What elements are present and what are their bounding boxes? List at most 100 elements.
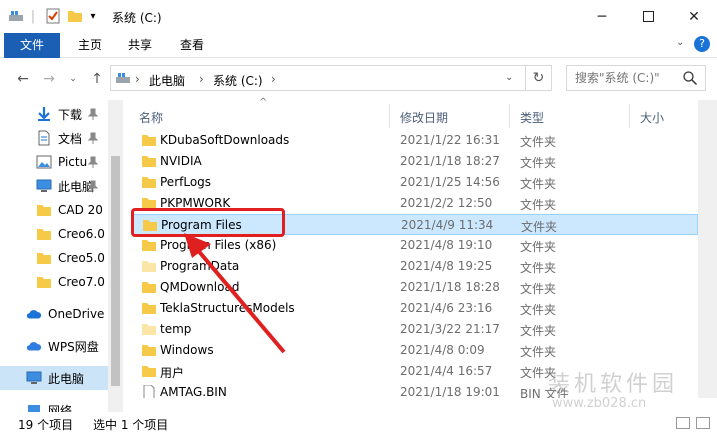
- table-row[interactable]: temp 2021/3/22 21:17 文件夹: [133, 319, 698, 340]
- chevron-right-icon[interactable]: ›: [199, 72, 204, 86]
- tab-home[interactable]: 主页: [70, 33, 110, 58]
- sidebar-scrollbar[interactable]: [108, 100, 123, 412]
- forward-arrow-icon[interactable]: →: [40, 70, 58, 88]
- file-date: 2021/1/18 19:01: [400, 385, 500, 398]
- file-name: PerfLogs: [160, 175, 212, 189]
- sidebar-item-documents[interactable]: 文档: [0, 126, 108, 150]
- table-row[interactable]: PerfLogs 2021/1/25 14:56 文件夹: [133, 172, 698, 193]
- file-name: ProgramData: [160, 259, 240, 273]
- folder-icon: [37, 229, 51, 240]
- file-type: 文件夹: [520, 240, 557, 254]
- selection-count: 选中 1 个项目: [93, 418, 169, 432]
- sidebar-item-onedrive[interactable]: OneDrive: [0, 302, 108, 326]
- file-type: 文件夹: [520, 198, 557, 212]
- tab-share[interactable]: 共享: [120, 33, 160, 58]
- sidebar-item-network[interactable]: 网络: [0, 398, 108, 412]
- folder-icon: [142, 303, 156, 314]
- column-divider[interactable]: [389, 104, 390, 128]
- minimize-button[interactable]: ─: [579, 0, 625, 33]
- sidebar-item-creo5[interactable]: Creo5.0: [0, 246, 108, 270]
- sidebar-item-this-pc[interactable]: 此电脑: [0, 366, 108, 390]
- recent-locations-icon[interactable]: ⌄: [64, 70, 82, 88]
- column-divider[interactable]: [509, 104, 510, 128]
- large-icons-view-icon[interactable]: [696, 417, 710, 429]
- expand-ribbon-icon[interactable]: ⌄: [676, 37, 684, 48]
- watermark: 装机软件园: [548, 372, 679, 397]
- file-list: KDubaSoftDownloads 2021/1/22 16:31 文件夹 N…: [123, 130, 698, 398]
- pin-icon[interactable]: [88, 132, 98, 144]
- column-divider[interactable]: [629, 104, 630, 128]
- table-row[interactable]: Windows 2021/4/8 0:09 文件夹: [133, 340, 698, 361]
- column-header-name[interactable]: 名称: [139, 109, 163, 126]
- column-header-size[interactable]: 大小: [640, 109, 664, 126]
- sidebar-item-downloads[interactable]: 下载: [0, 102, 108, 126]
- file-type: 文件夹: [521, 220, 558, 234]
- sidebar-item-pictures[interactable]: Pictu: [0, 150, 108, 174]
- address-dropdown-icon[interactable]: ⌄: [505, 72, 513, 83]
- close-button[interactable]: ✕: [671, 0, 717, 33]
- download-icon: [38, 107, 50, 121]
- sidebar-item-label: CAD 20: [58, 203, 103, 217]
- table-row[interactable]: TeklaStructuresModels 2021/4/6 23:16 文件夹: [133, 298, 698, 319]
- file-date: 2021/4/6 23:16: [400, 301, 493, 315]
- table-row[interactable]: QMDownload 2021/1/18 18:28 文件夹: [133, 277, 698, 298]
- address-bar[interactable]: › 此电脑 › 系统 (C:) › ⌄: [110, 65, 526, 91]
- window-title: 系统 (C:): [112, 11, 162, 25]
- file-date: 2021/4/8 19:25: [400, 259, 493, 273]
- details-view-icon[interactable]: [676, 417, 690, 429]
- sidebar-scrollbar-thumb[interactable]: [111, 156, 120, 386]
- chevron-right-icon[interactable]: ›: [135, 72, 140, 86]
- up-arrow-icon[interactable]: ↑: [88, 70, 106, 88]
- file-type: 文件夹: [520, 345, 557, 359]
- folder-icon: [142, 366, 156, 377]
- sidebar-item-label: Creo7.0: [58, 275, 105, 289]
- tab-file[interactable]: 文件: [4, 33, 60, 58]
- file-date: 2021/4/9 11:34: [401, 218, 494, 232]
- sidebar-item-cad[interactable]: CAD 20: [0, 198, 108, 222]
- sidebar-item-creo6[interactable]: Creo6.0: [0, 222, 108, 246]
- column-header-type[interactable]: 类型: [520, 109, 544, 126]
- search-icon[interactable]: [682, 70, 698, 86]
- refresh-button[interactable]: ↻: [526, 65, 552, 91]
- back-arrow-icon[interactable]: ←: [14, 70, 32, 88]
- pin-icon[interactable]: [88, 156, 98, 168]
- file-type: 文件夹: [520, 135, 557, 149]
- file-type: 文件夹: [520, 303, 557, 317]
- breadcrumb-this-pc[interactable]: 此电脑: [149, 72, 185, 89]
- tab-view[interactable]: 查看: [172, 33, 212, 58]
- file-date: 2021/4/4 16:57: [400, 364, 493, 378]
- customize-quick-access-icon[interactable]: ▾: [86, 6, 100, 26]
- folder-icon: [142, 135, 156, 146]
- file-date: 2021/1/25 14:56: [400, 175, 500, 189]
- column-header-date[interactable]: 修改日期: [400, 109, 448, 126]
- sidebar-item-label: 文档: [58, 131, 83, 146]
- navigation-pane: 下载 文档 Pictu 此电脑 CAD 20 Creo6.0 Creo5.0 C…: [0, 100, 123, 412]
- pin-icon[interactable]: [88, 180, 98, 192]
- file-list-scrollbar[interactable]: [698, 100, 717, 398]
- file-name: TeklaStructuresModels: [160, 301, 295, 315]
- table-row[interactable]: Program Files (x86) 2021/4/8 19:10 文件夹: [133, 235, 698, 256]
- drive-icon: [6, 6, 26, 26]
- file-type: 文件夹: [520, 261, 557, 275]
- drive-icon: [116, 73, 130, 83]
- chevron-right-icon[interactable]: ›: [271, 72, 276, 86]
- table-row[interactable]: ProgramData 2021/4/8 19:25 文件夹: [133, 256, 698, 277]
- maximize-button[interactable]: [625, 0, 671, 33]
- properties-icon[interactable]: [44, 6, 62, 26]
- file-date: 2021/1/22 16:31: [400, 133, 500, 147]
- pictures-icon: [36, 155, 52, 169]
- table-row[interactable]: KDubaSoftDownloads 2021/1/22 16:31 文件夹: [133, 130, 698, 151]
- sidebar-item-wps-cloud[interactable]: WPS网盘: [0, 334, 108, 358]
- breadcrumb-drive-c[interactable]: 系统 (C:): [213, 72, 263, 89]
- network-icon: [28, 405, 40, 412]
- new-folder-icon[interactable]: [66, 6, 84, 26]
- watermark-url: www.zb028.cn: [552, 396, 647, 411]
- item-count: 19 个项目: [18, 418, 74, 432]
- sidebar-item-this-pc-quick[interactable]: 此电脑: [0, 174, 108, 198]
- help-icon[interactable]: ?: [694, 36, 710, 52]
- pin-icon[interactable]: [88, 108, 98, 120]
- file-type: 文件夹: [520, 324, 557, 338]
- table-row[interactable]: NVIDIA 2021/1/18 18:27 文件夹: [133, 151, 698, 172]
- folder-icon: [142, 156, 156, 167]
- sidebar-item-creo7[interactable]: Creo7.0: [0, 270, 108, 294]
